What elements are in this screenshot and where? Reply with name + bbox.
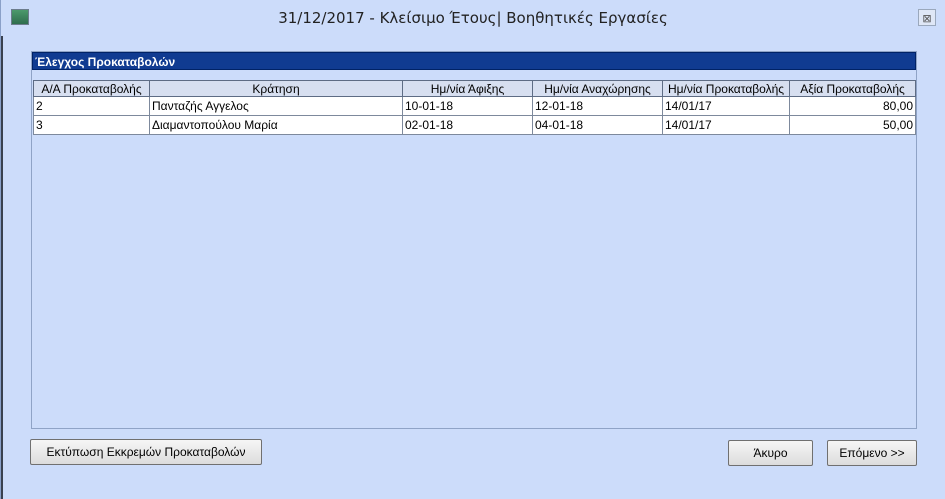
cancel-button[interactable]: Άκυρο bbox=[728, 440, 813, 466]
cell-deposit-amount[interactable]: 50,00 bbox=[789, 115, 916, 135]
cell-deposit-no[interactable]: 2 bbox=[33, 96, 150, 116]
next-button[interactable]: Επόμενο >> bbox=[827, 440, 917, 466]
cell-departure-date[interactable]: 12-01-18 bbox=[532, 96, 663, 116]
column-header-reservation[interactable]: Κράτηση bbox=[149, 80, 403, 97]
cell-deposit-no[interactable]: 3 bbox=[33, 115, 150, 135]
column-header-departure-date[interactable]: Ημ/νία Αναχώρησης bbox=[532, 80, 663, 97]
deposits-table: Α/Α Προκαταβολής Κράτηση Ημ/νία Άφιξης Η… bbox=[33, 80, 916, 135]
column-header-arrival-date[interactable]: Ημ/νία Άφιξης bbox=[402, 80, 533, 97]
cell-deposit-amount[interactable]: 80,00 bbox=[789, 96, 916, 116]
dialog-window: 31/12/2017 - Κλείσιμο Έτους| Βοηθητικές … bbox=[0, 0, 945, 499]
cell-reservation[interactable]: Διαμαντοπούλου Μαρία bbox=[149, 115, 403, 135]
column-header-deposit-date[interactable]: Ημ/νία Προκαταβολής bbox=[662, 80, 790, 97]
title-bar: 31/12/2017 - Κλείσιμο Έτους| Βοηθητικές … bbox=[1, 0, 945, 36]
panel-header: Έλεγχος Προκαταβολών bbox=[32, 52, 916, 70]
table-row[interactable]: 3 Διαμαντοπούλου Μαρία 02-01-18 04-01-18… bbox=[33, 115, 916, 135]
cell-arrival-date[interactable]: 10-01-18 bbox=[402, 96, 533, 116]
column-header-deposit-no[interactable]: Α/Α Προκαταβολής bbox=[33, 80, 150, 97]
window-title: 31/12/2017 - Κλείσιμο Έτους| Βοηθητικές … bbox=[278, 9, 668, 27]
table-header-row: Α/Α Προκαταβολής Κράτηση Ημ/νία Άφιξης Η… bbox=[33, 80, 916, 97]
deposits-check-panel: Έλεγχος Προκαταβολών Α/Α Προκαταβολής Κρ… bbox=[31, 51, 917, 429]
cell-deposit-date[interactable]: 14/01/17 bbox=[662, 96, 790, 116]
cell-reservation[interactable]: Πανταζής Αγγελος bbox=[149, 96, 403, 116]
cell-arrival-date[interactable]: 02-01-18 bbox=[402, 115, 533, 135]
cell-deposit-date[interactable]: 14/01/17 bbox=[662, 115, 790, 135]
window-left-edge bbox=[1, 36, 3, 499]
table-row[interactable]: 2 Πανταζής Αγγελος 10-01-18 12-01-18 14/… bbox=[33, 96, 916, 116]
cell-departure-date[interactable]: 04-01-18 bbox=[532, 115, 663, 135]
print-pending-deposits-button[interactable]: Εκτύπωση Εκκρεμών Προκαταβολών bbox=[30, 439, 262, 465]
close-icon[interactable]: ⊠ bbox=[918, 9, 936, 26]
column-header-deposit-amount[interactable]: Αξία Προκαταβολής bbox=[789, 80, 916, 97]
